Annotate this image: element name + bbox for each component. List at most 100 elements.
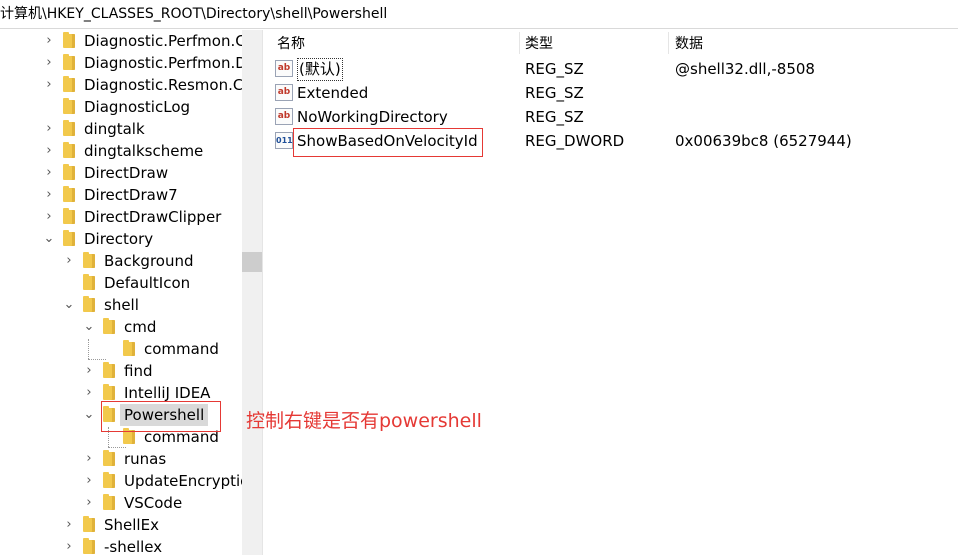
- registry-tree[interactable]: › Diagnostic.Perfmon.C › Diagnostic.Perf…: [0, 30, 244, 555]
- chevron-right-icon[interactable]: ›: [82, 448, 96, 470]
- tree-node[interactable]: › runas: [0, 448, 244, 470]
- value-name: (默认): [297, 58, 343, 81]
- folder-icon: [103, 384, 115, 400]
- scrollbar-thumb[interactable]: [242, 252, 262, 272]
- folder-icon: [103, 318, 115, 334]
- tree-node-label: Background: [104, 252, 194, 270]
- chevron-right-icon[interactable]: ›: [42, 74, 56, 96]
- column-header-name[interactable]: 名称: [277, 30, 305, 58]
- value-name: NoWorkingDirectory: [297, 108, 448, 126]
- expander-placeholder: [62, 272, 76, 294]
- tree-node[interactable]: DefaultIcon: [0, 272, 244, 294]
- chevron-right-icon[interactable]: ›: [82, 492, 96, 514]
- column-separator[interactable]: [519, 32, 520, 54]
- tree-node[interactable]: DiagnosticLog: [0, 96, 244, 118]
- pane-splitter[interactable]: [262, 30, 270, 555]
- chevron-down-icon[interactable]: ⌄: [82, 316, 96, 338]
- tree-node-label: dingtalkscheme: [84, 142, 204, 160]
- dword-value-icon: 011: [275, 132, 293, 149]
- folder-icon: [63, 142, 75, 158]
- column-separator[interactable]: [668, 32, 669, 54]
- value-row[interactable]: ab (默认) REG_SZ @shell32.dll,-8508: [270, 57, 958, 81]
- folder-icon: [83, 252, 95, 268]
- tree-node[interactable]: › VSCode: [0, 492, 244, 514]
- tree-node[interactable]: › dingtalkscheme: [0, 140, 244, 162]
- chevron-right-icon[interactable]: ›: [42, 140, 56, 162]
- tree-node[interactable]: › DirectDrawClipper: [0, 206, 244, 228]
- folder-icon: [63, 164, 75, 180]
- tree-node[interactable]: ⌄ shell: [0, 294, 244, 316]
- tree-node-label: ShellEx: [104, 516, 159, 534]
- chevron-right-icon[interactable]: ›: [62, 536, 76, 555]
- folder-icon: [63, 120, 75, 136]
- string-value-icon: ab: [275, 84, 293, 101]
- tree-node-label: Diagnostic.Resmon.Co: [84, 76, 244, 94]
- tree-node[interactable]: › DirectDraw: [0, 162, 244, 184]
- folder-icon: [83, 538, 95, 554]
- value-row[interactable]: ab NoWorkingDirectory REG_SZ: [270, 105, 958, 129]
- folder-icon: [83, 296, 95, 312]
- value-type: REG_DWORD: [525, 132, 625, 150]
- tree-node-label: VSCode: [124, 494, 183, 512]
- tree-node[interactable]: › Diagnostic.Perfmon.C: [0, 30, 244, 52]
- folder-icon: [63, 98, 75, 114]
- address-path: 计算机\HKEY_CLASSES_ROOT\Directory\shell\Po…: [0, 6, 388, 22]
- chevron-right-icon[interactable]: ›: [82, 470, 96, 492]
- tree-node[interactable]: › dingtalk: [0, 118, 244, 140]
- folder-icon: [63, 76, 75, 92]
- tree-node[interactable]: › Background: [0, 250, 244, 272]
- expander-placeholder: [42, 96, 56, 118]
- tree-node-label: Diagnostic.Perfmon.D: [84, 54, 244, 72]
- folder-icon: [103, 494, 115, 510]
- chevron-down-icon[interactable]: ⌄: [42, 228, 56, 250]
- chevron-right-icon[interactable]: ›: [62, 250, 76, 272]
- chevron-right-icon[interactable]: ›: [42, 30, 56, 52]
- chevron-right-icon[interactable]: ›: [42, 184, 56, 206]
- folder-icon: [63, 186, 75, 202]
- value-type: REG_SZ: [525, 108, 584, 126]
- chevron-down-icon[interactable]: ⌄: [62, 294, 76, 316]
- chevron-right-icon[interactable]: ›: [42, 206, 56, 228]
- tree-node[interactable]: ⌄ Directory: [0, 228, 244, 250]
- tree-node[interactable]: › DirectDraw7: [0, 184, 244, 206]
- tree-node-label: command: [144, 340, 219, 358]
- tree-node[interactable]: › -shellex: [0, 536, 244, 555]
- tree-node-label: DirectDraw: [84, 164, 169, 182]
- value-row[interactable]: ab Extended REG_SZ: [270, 81, 958, 105]
- string-value-icon: ab: [275, 108, 293, 125]
- tree-node[interactable]: › UpdateEncryptio: [0, 470, 244, 492]
- tree-node[interactable]: command: [0, 338, 244, 360]
- tree-node[interactable]: › Diagnostic.Perfmon.D: [0, 52, 244, 74]
- tree-node[interactable]: › ShellEx: [0, 514, 244, 536]
- chevron-right-icon[interactable]: ›: [82, 382, 96, 404]
- folder-icon: [63, 32, 75, 48]
- tree-node-label: DefaultIcon: [104, 274, 191, 292]
- folder-icon: [63, 230, 75, 246]
- values-pane[interactable]: 名称 类型 数据 ab (默认) REG_SZ @shell32.dll,-85…: [270, 30, 958, 555]
- chevron-right-icon[interactable]: ›: [42, 118, 56, 140]
- tree-node-label: UpdateEncryptio: [124, 472, 244, 490]
- tree-scrollbar[interactable]: [242, 30, 262, 555]
- value-data: @shell32.dll,-8508: [675, 60, 815, 78]
- folder-icon: [103, 450, 115, 466]
- chevron-right-icon[interactable]: ›: [62, 514, 76, 536]
- column-header-type[interactable]: 类型: [525, 30, 553, 58]
- tree-node-label: -shellex: [104, 538, 163, 555]
- column-header-data[interactable]: 数据: [675, 30, 703, 58]
- tree-node-label: shell: [104, 296, 139, 314]
- tree-node-label: dingtalk: [84, 120, 145, 138]
- chevron-right-icon[interactable]: ›: [82, 360, 96, 382]
- tree-node-label: DirectDrawClipper: [84, 208, 222, 226]
- address-bar[interactable]: 计算机\HKEY_CLASSES_ROOT\Directory\shell\Po…: [0, 0, 958, 29]
- folder-icon: [83, 274, 95, 290]
- tree-node-label: DirectDraw7: [84, 186, 178, 204]
- chevron-right-icon[interactable]: ›: [42, 52, 56, 74]
- value-name: Extended: [297, 84, 369, 102]
- tree-node[interactable]: › find: [0, 360, 244, 382]
- chevron-down-icon[interactable]: ⌄: [82, 404, 96, 426]
- highlight-box-powershell-key: [101, 401, 221, 432]
- chevron-right-icon[interactable]: ›: [42, 162, 56, 184]
- tree-node-label: Diagnostic.Perfmon.C: [84, 32, 244, 50]
- tree-node[interactable]: › Diagnostic.Resmon.Co: [0, 74, 244, 96]
- tree-node[interactable]: ⌄ cmd: [0, 316, 244, 338]
